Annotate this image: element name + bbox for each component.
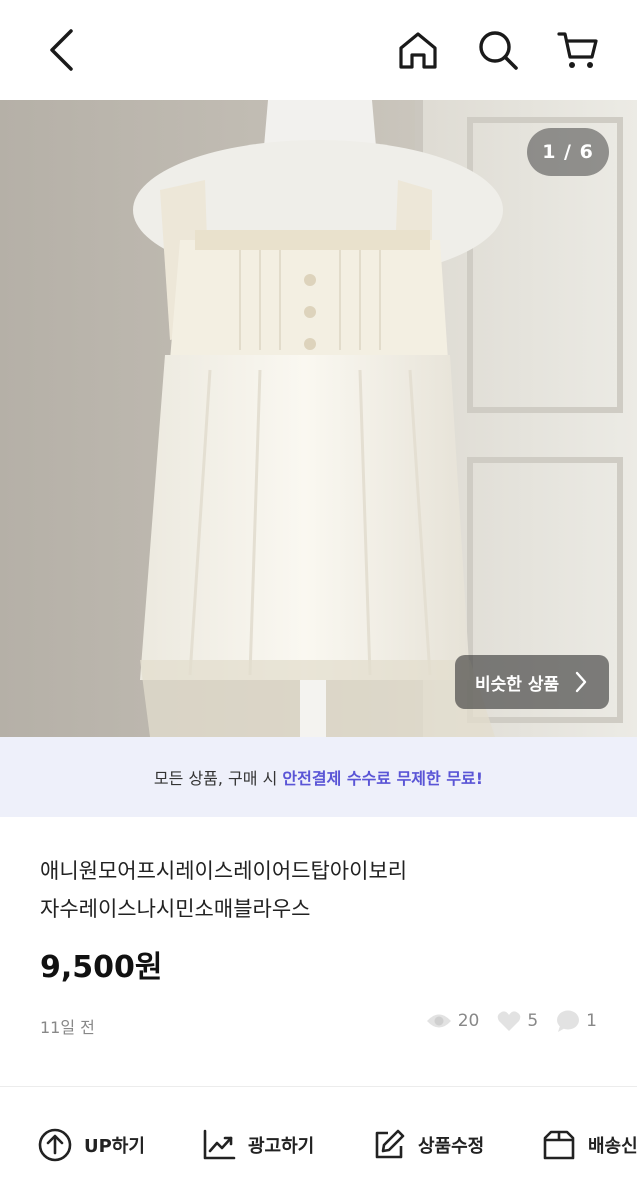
photo-pager: 1 / 6: [527, 128, 609, 176]
posted-time: 11일 전: [40, 1018, 95, 1037]
home-icon[interactable]: [392, 24, 444, 76]
product-price: 9,500원: [40, 950, 163, 985]
eye-icon: [426, 1012, 452, 1030]
ship-label: 배송신청: [588, 1136, 637, 1157]
divider: [0, 1086, 637, 1087]
safe-payment-banner[interactable]: 모든 상품, 구매 시 안전결제 수수료 무제한 무료!: [0, 737, 637, 817]
top-nav-bar: [0, 0, 637, 100]
ad-label: 광고하기: [248, 1136, 315, 1157]
edit-icon: [375, 1129, 405, 1159]
similar-products-button[interactable]: 비슷한 상품: [455, 655, 609, 709]
search-icon[interactable]: [472, 24, 524, 76]
product-image: [0, 100, 637, 737]
product-stats: 20 5 1: [426, 1010, 597, 1032]
arrow-up-circle-icon: [38, 1128, 72, 1162]
box-icon: [543, 1130, 575, 1160]
edit-product-button[interactable]: 상품수정: [372, 1128, 484, 1162]
up-button[interactable]: UP하기: [38, 1128, 145, 1162]
product-title-line1: 애니원모어프시레이스레이어드탑아이보리: [40, 859, 408, 883]
banner-text: 모든 상품, 구매 시: [153, 769, 283, 788]
banner-highlight: 안전결제 수수료 무제한 무료!: [282, 769, 484, 788]
like-count: 5: [527, 1011, 539, 1031]
view-count: 20: [457, 1011, 480, 1031]
heart-icon: [497, 1010, 521, 1032]
up-label: UP하기: [84, 1136, 145, 1157]
chevron-right-icon: [575, 671, 587, 693]
chat-icon: [556, 1010, 580, 1032]
trend-chart-icon: [203, 1129, 236, 1160]
chat-count: 1: [586, 1011, 597, 1031]
shipping-request-button[interactable]: 배송신청: [542, 1128, 637, 1162]
product-photo[interactable]: 1 / 6 비슷한 상품: [0, 100, 637, 737]
edit-label: 상품수정: [418, 1136, 485, 1157]
product-title-line2: 자수레이스나시민소매블라우스: [40, 897, 311, 921]
similar-products-label: 비슷한 상품: [475, 674, 560, 695]
ad-button[interactable]: 광고하기: [202, 1128, 314, 1162]
back-icon[interactable]: [36, 22, 88, 78]
cart-icon[interactable]: [552, 24, 604, 76]
bottom-action-bar: UP하기 광고하기 상품수정 배송신청: [0, 1100, 637, 1200]
product-title: 애니원모어프시레이스레이어드탑아이보리 자수레이스나시민소매블라우스: [40, 852, 600, 928]
